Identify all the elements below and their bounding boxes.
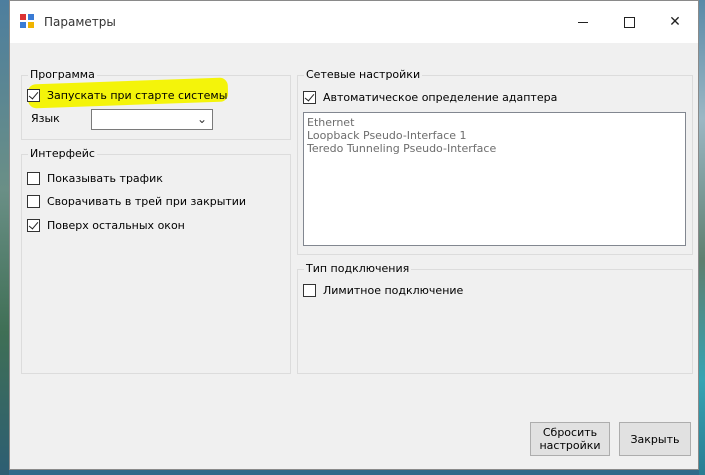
auto-detect-label: Автоматическое определение адаптера xyxy=(323,91,558,104)
language-label: Язык xyxy=(31,112,60,125)
minimize-to-tray-checkbox-row[interactable]: Сворачивать в трей при закрытии xyxy=(27,195,246,208)
close-window-button[interactable]: ✕ xyxy=(652,1,698,43)
maximize-icon xyxy=(623,16,635,28)
interface-group-title: Интерфейс xyxy=(28,147,97,160)
title-bar[interactable]: Параметры ✕ xyxy=(10,1,698,43)
network-group-title: Сетевые настройки xyxy=(304,68,423,81)
close-button-label: Закрыть xyxy=(630,432,680,446)
reset-settings-button[interactable]: Сбросить настройки xyxy=(530,422,610,456)
show-traffic-checkbox-row[interactable]: Показывать трафик xyxy=(27,172,163,185)
show-traffic-checkbox[interactable] xyxy=(27,172,40,185)
chevron-down-icon: ⌄ xyxy=(196,112,207,126)
autostart-checkbox[interactable] xyxy=(27,89,40,102)
show-traffic-label: Показывать трафик xyxy=(47,172,163,185)
list-item[interactable]: Teredo Tunneling Pseudo-Interface xyxy=(307,142,682,155)
minimize-icon xyxy=(578,21,588,23)
always-on-top-checkbox[interactable] xyxy=(27,219,40,232)
close-icon: ✕ xyxy=(669,14,681,30)
metered-checkbox-row[interactable]: Лимитное подключение xyxy=(303,284,463,297)
always-on-top-checkbox-row[interactable]: Поверх остальных окон xyxy=(27,219,185,232)
reset-settings-button-label: Сбросить настройки xyxy=(539,426,601,452)
desktop-background-right xyxy=(699,0,705,475)
list-item[interactable]: Ethernet xyxy=(307,116,682,129)
auto-detect-checkbox-row[interactable]: Автоматическое определение адаптера xyxy=(303,91,557,104)
close-button[interactable]: Закрыть xyxy=(619,422,691,456)
metered-label: Лимитное подключение xyxy=(323,284,464,297)
minimize-to-tray-checkbox[interactable] xyxy=(27,195,40,208)
minimize-to-tray-label: Сворачивать в трей при закрытии xyxy=(47,195,247,208)
program-group-title: Программа xyxy=(28,68,97,81)
list-item[interactable]: Loopback Pseudo-Interface 1 xyxy=(307,129,682,142)
language-select[interactable]: ⌄ xyxy=(91,109,213,130)
connection-type-group-title: Тип подключения xyxy=(304,262,412,275)
minimize-button[interactable] xyxy=(560,1,606,43)
metered-checkbox[interactable] xyxy=(303,284,316,297)
maximize-button[interactable] xyxy=(606,1,652,43)
window-title: Параметры xyxy=(44,15,116,29)
desktop-background-left xyxy=(0,0,9,475)
auto-detect-checkbox[interactable] xyxy=(303,91,316,104)
interface-group: Интерфейс xyxy=(21,147,291,374)
always-on-top-label: Поверх остальных окон xyxy=(47,219,185,232)
adapter-listbox[interactable]: Ethernet Loopback Pseudo-Interface 1 Ter… xyxy=(303,112,686,246)
autostart-checkbox-row[interactable]: Запускать при старте системы xyxy=(27,89,227,102)
settings-window: Параметры ✕ Программа Запускать при стар… xyxy=(9,0,699,470)
app-icon xyxy=(20,14,36,30)
autostart-label: Запускать при старте системы xyxy=(47,89,228,102)
